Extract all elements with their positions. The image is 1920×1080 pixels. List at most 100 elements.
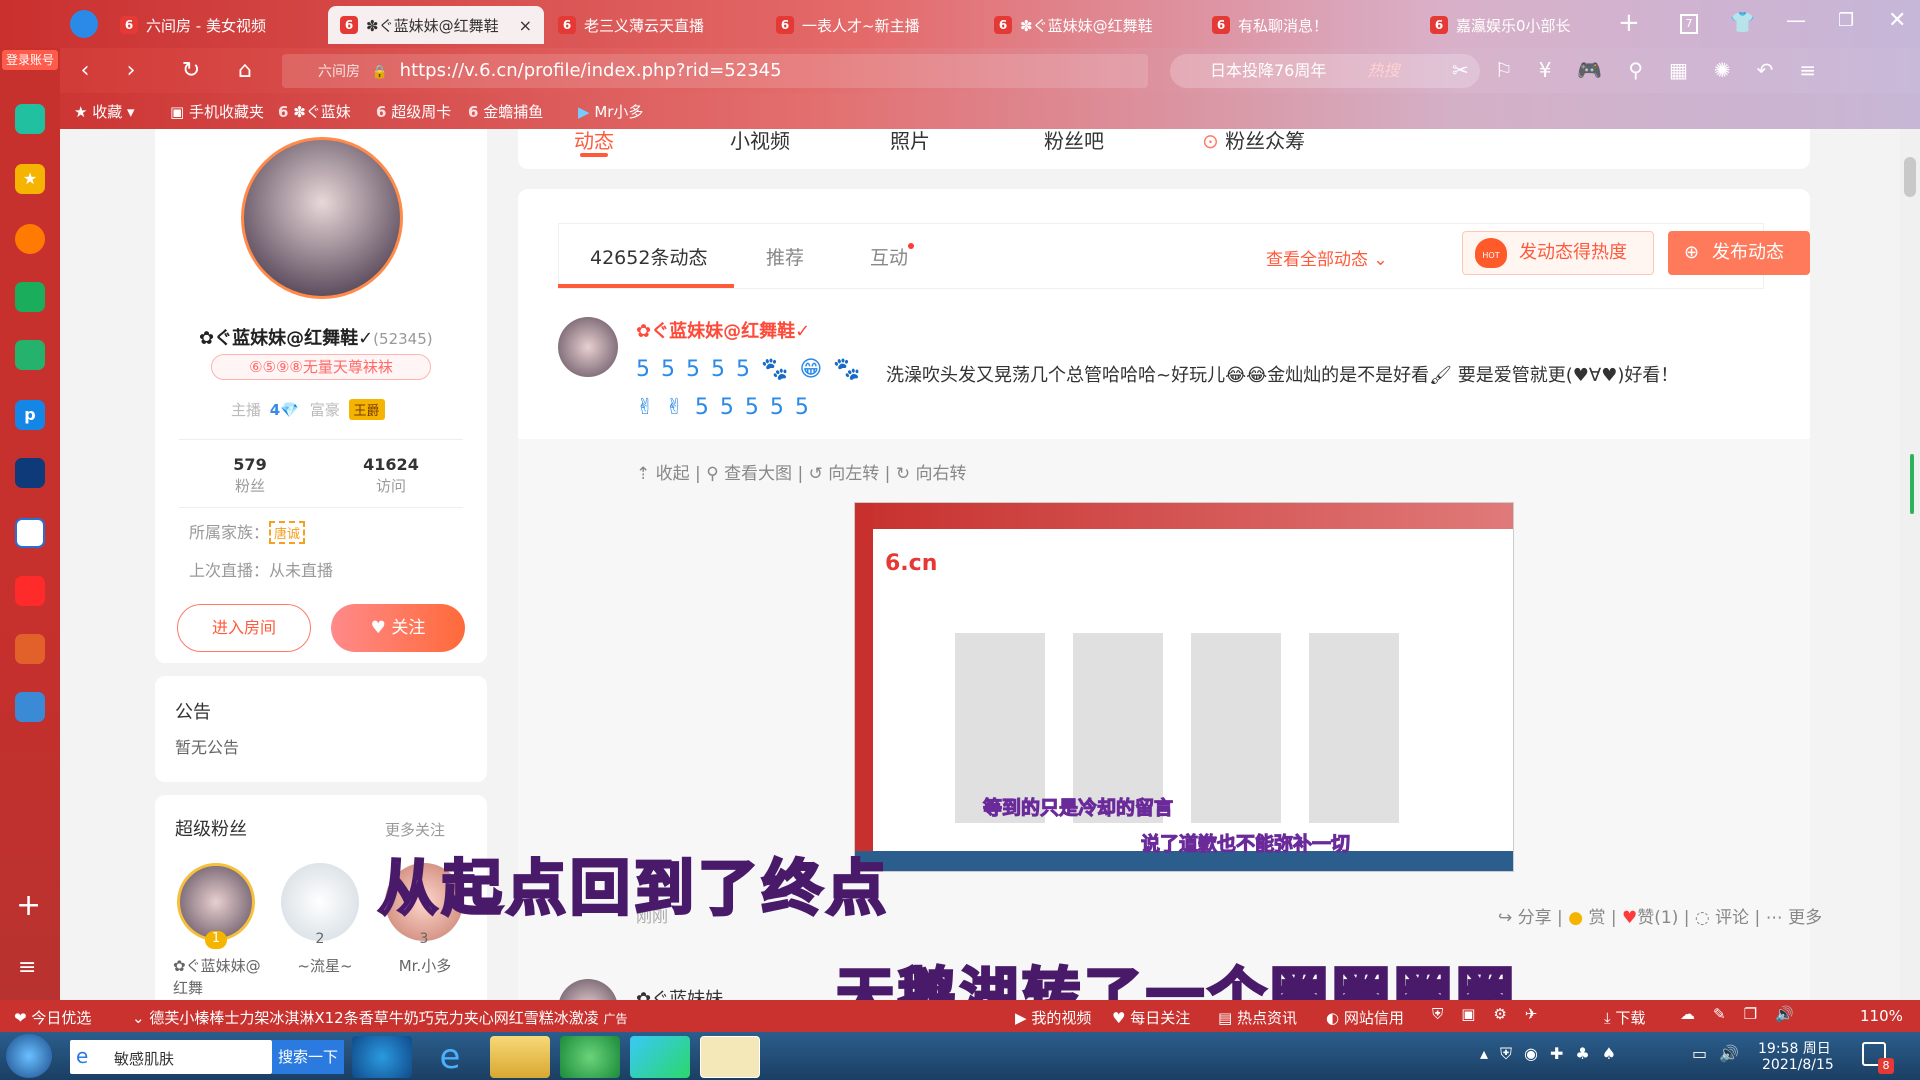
- tab-short-video[interactable]: 小视频: [730, 129, 790, 154]
- family-badge[interactable]: 唐诚: [269, 521, 306, 544]
- follow-button[interactable]: ♥ 关注: [331, 604, 465, 652]
- game2-icon[interactable]: [15, 634, 45, 664]
- tab-7[interactable]: 6 嘉瀛娱乐0小部长: [1418, 6, 1604, 44]
- status-item-news[interactable]: ▤ 热点资讯: [1218, 1007, 1297, 1028]
- cloud-icon[interactable]: [15, 340, 45, 370]
- bookmark-4[interactable]: ▶ Mr小多: [578, 101, 643, 122]
- tab-fan-bar[interactable]: 粉丝吧: [1044, 129, 1104, 154]
- tab-2[interactable]: 6 ✽ぐ蓝妹妹@红舞鞋 ×: [328, 6, 544, 44]
- login-badge[interactable]: 登录账号: [2, 50, 58, 70]
- more-button[interactable]: ⋯ 更多: [1766, 908, 1822, 928]
- bookmark-1[interactable]: 6 ✽ぐ蓝妹: [278, 101, 351, 122]
- game3-icon[interactable]: [15, 692, 45, 722]
- scroll-thumb[interactable]: [1904, 157, 1916, 197]
- post-author[interactable]: ✿ぐ蓝妹妹@红舞鞋✓: [636, 317, 810, 343]
- game-icon[interactable]: [15, 458, 45, 488]
- tab-1[interactable]: 6 六间房 - 美女视频: [108, 6, 318, 44]
- news-ticker[interactable]: ⌄ 德芙小榛棒士力架冰淇淋X12条香草牛奶巧克力夹心网红雪糕冰激凌 广告: [132, 1007, 628, 1028]
- redbook-icon[interactable]: [15, 576, 45, 606]
- page-scrollbar[interactable]: [1900, 129, 1920, 1010]
- clock-time[interactable]: 19:58 周日: [1758, 1038, 1831, 1058]
- reward-button[interactable]: ● 赏: [1568, 908, 1605, 928]
- collapse-button[interactable]: ⇡ 收起: [636, 464, 690, 484]
- view-large-button[interactable]: ⚲ 查看大图: [706, 464, 792, 484]
- taskbar-browser-icon[interactable]: [560, 1036, 620, 1078]
- tab-6[interactable]: 6 有私聊消息！: [1200, 6, 1410, 44]
- tab-photos[interactable]: 照片: [890, 129, 930, 154]
- fan-avatar-1[interactable]: [177, 863, 255, 941]
- bookmark-3[interactable]: 6 金蟾捕鱼: [468, 101, 543, 122]
- bookmark-favorites[interactable]: ★ 收藏 ▾: [74, 101, 135, 122]
- skin-icon[interactable]: 👕: [1730, 10, 1755, 34]
- rotate-left-button[interactable]: ↺ 向左转: [809, 464, 880, 484]
- taskbar-k-app-icon[interactable]: [352, 1036, 412, 1078]
- download-button[interactable]: ⤓ 下载: [1604, 1007, 1645, 1028]
- tab-dynamic[interactable]: 动态: [574, 129, 614, 154]
- post-button[interactable]: ⊕ 发布动态: [1668, 231, 1810, 275]
- comment-button[interactable]: ◌ 评论: [1695, 908, 1749, 928]
- taskbar-ie-icon[interactable]: e: [420, 1036, 480, 1078]
- hot-button[interactable]: HOT 发动态得热度: [1462, 231, 1654, 275]
- fan-avatar-2[interactable]: [281, 863, 359, 941]
- feed-tab-interact[interactable]: 互动: [870, 243, 915, 270]
- divider: [179, 439, 463, 440]
- tab-5[interactable]: 6 ✽ぐ蓝妹妹@红舞鞋: [982, 6, 1192, 44]
- status-item-follow[interactable]: ♥ 每日关注: [1112, 1007, 1190, 1028]
- fan-name-3[interactable]: Mr.小多: [383, 955, 467, 976]
- status-item-videos[interactable]: ▶ 我的视频: [1015, 1007, 1091, 1028]
- menu-icon[interactable]: ≡: [18, 955, 36, 980]
- start-button[interactable]: [6, 1034, 52, 1078]
- fan-name-1[interactable]: ✿ぐ蓝妹妹@红舞: [173, 955, 263, 999]
- address-bar[interactable]: 六间房 🔒 https://v.6.cn/profile/index.php?r…: [282, 54, 1148, 88]
- rotate-right-button[interactable]: ↻ 向右转: [896, 464, 967, 484]
- status-item-credit[interactable]: ◐ 网站信用: [1326, 1007, 1404, 1028]
- feed-tab-all[interactable]: 42652条动态: [590, 243, 707, 270]
- search-input[interactable]: 日本投降76周年 热搜: [1170, 54, 1480, 88]
- view-all-dropdown[interactable]: 查看全部动态 ⌄: [1266, 245, 1388, 270]
- doc-icon[interactable]: [15, 518, 45, 548]
- chevron-down-icon: ⌄: [1373, 250, 1388, 270]
- star-icon[interactable]: ★: [15, 164, 45, 194]
- weibo-icon[interactable]: [15, 224, 45, 254]
- plus-app-icon[interactable]: [15, 104, 45, 134]
- minimize-icon[interactable]: —: [1786, 8, 1806, 32]
- bookmark-mobile[interactable]: ▣ 手机收藏夹: [170, 101, 264, 122]
- home-icon[interactable]: ⌂: [230, 56, 260, 86]
- avatar[interactable]: [241, 137, 403, 299]
- clock-date[interactable]: 2021/8/15: [1762, 1057, 1834, 1073]
- tab-crowdfunding[interactable]: ⊙ 粉丝众筹: [1202, 129, 1305, 154]
- add-icon[interactable]: +: [16, 888, 41, 923]
- taskbar-player-icon[interactable]: [630, 1036, 690, 1078]
- close-window-icon[interactable]: ✕: [1888, 8, 1906, 33]
- family-row: 所属家族： 唐诚: [189, 519, 306, 544]
- pdf-icon[interactable]: p: [15, 400, 45, 430]
- taskbar: e 敏感肌肤 搜索一下 e ▴⛨◉✚♣♠ ▭🔊 19:58 周日 2021/8/…: [0, 1032, 1920, 1080]
- forward-icon[interactable]: ›: [116, 56, 146, 86]
- like-button[interactable]: ♥赞(1): [1622, 908, 1678, 928]
- taskbar-avatar-app-icon[interactable]: [700, 1036, 760, 1078]
- fan-name-2[interactable]: ~流星~: [285, 955, 365, 976]
- post-image[interactable]: 6.cn 等到的只是冷却的留言 说了道歉也不能弥补一切: [854, 502, 1514, 872]
- feed-tab-recommend[interactable]: 推荐: [766, 243, 804, 270]
- taskbar-search-box[interactable]: e 敏感肌肤: [70, 1040, 272, 1074]
- today-picks[interactable]: ❤ 今日优选: [14, 1007, 91, 1028]
- send-icon[interactable]: [70, 10, 98, 38]
- taskbar-folder-icon[interactable]: [490, 1036, 550, 1078]
- tab-4[interactable]: 6 一表人才~新主播: [764, 6, 974, 44]
- share-button[interactable]: ↪ 分享: [1498, 908, 1552, 928]
- mail-icon[interactable]: [15, 282, 45, 312]
- refresh-icon[interactable]: ↻: [176, 56, 206, 86]
- taskbar-search-button[interactable]: 搜索一下: [272, 1040, 344, 1074]
- post-avatar[interactable]: [558, 317, 618, 377]
- restore-icon[interactable]: ❐: [1838, 10, 1854, 31]
- back-icon[interactable]: ‹: [70, 56, 100, 86]
- bookmark-2[interactable]: 6 超级周卡: [376, 101, 451, 122]
- new-tab-icon[interactable]: +: [1618, 8, 1640, 38]
- zoom-level[interactable]: 110%: [1860, 1007, 1903, 1025]
- enter-room-button[interactable]: 进入房间: [177, 604, 311, 652]
- close-tab-icon[interactable]: ×: [509, 16, 532, 35]
- status-icons-right: ☁✎❐🔊: [1680, 1005, 1812, 1023]
- tab-3[interactable]: 6 老三义薄云天直播: [546, 6, 756, 44]
- tab-count-icon[interactable]: 7: [1680, 14, 1698, 34]
- more-follows-link[interactable]: 更多关注: [385, 819, 445, 840]
